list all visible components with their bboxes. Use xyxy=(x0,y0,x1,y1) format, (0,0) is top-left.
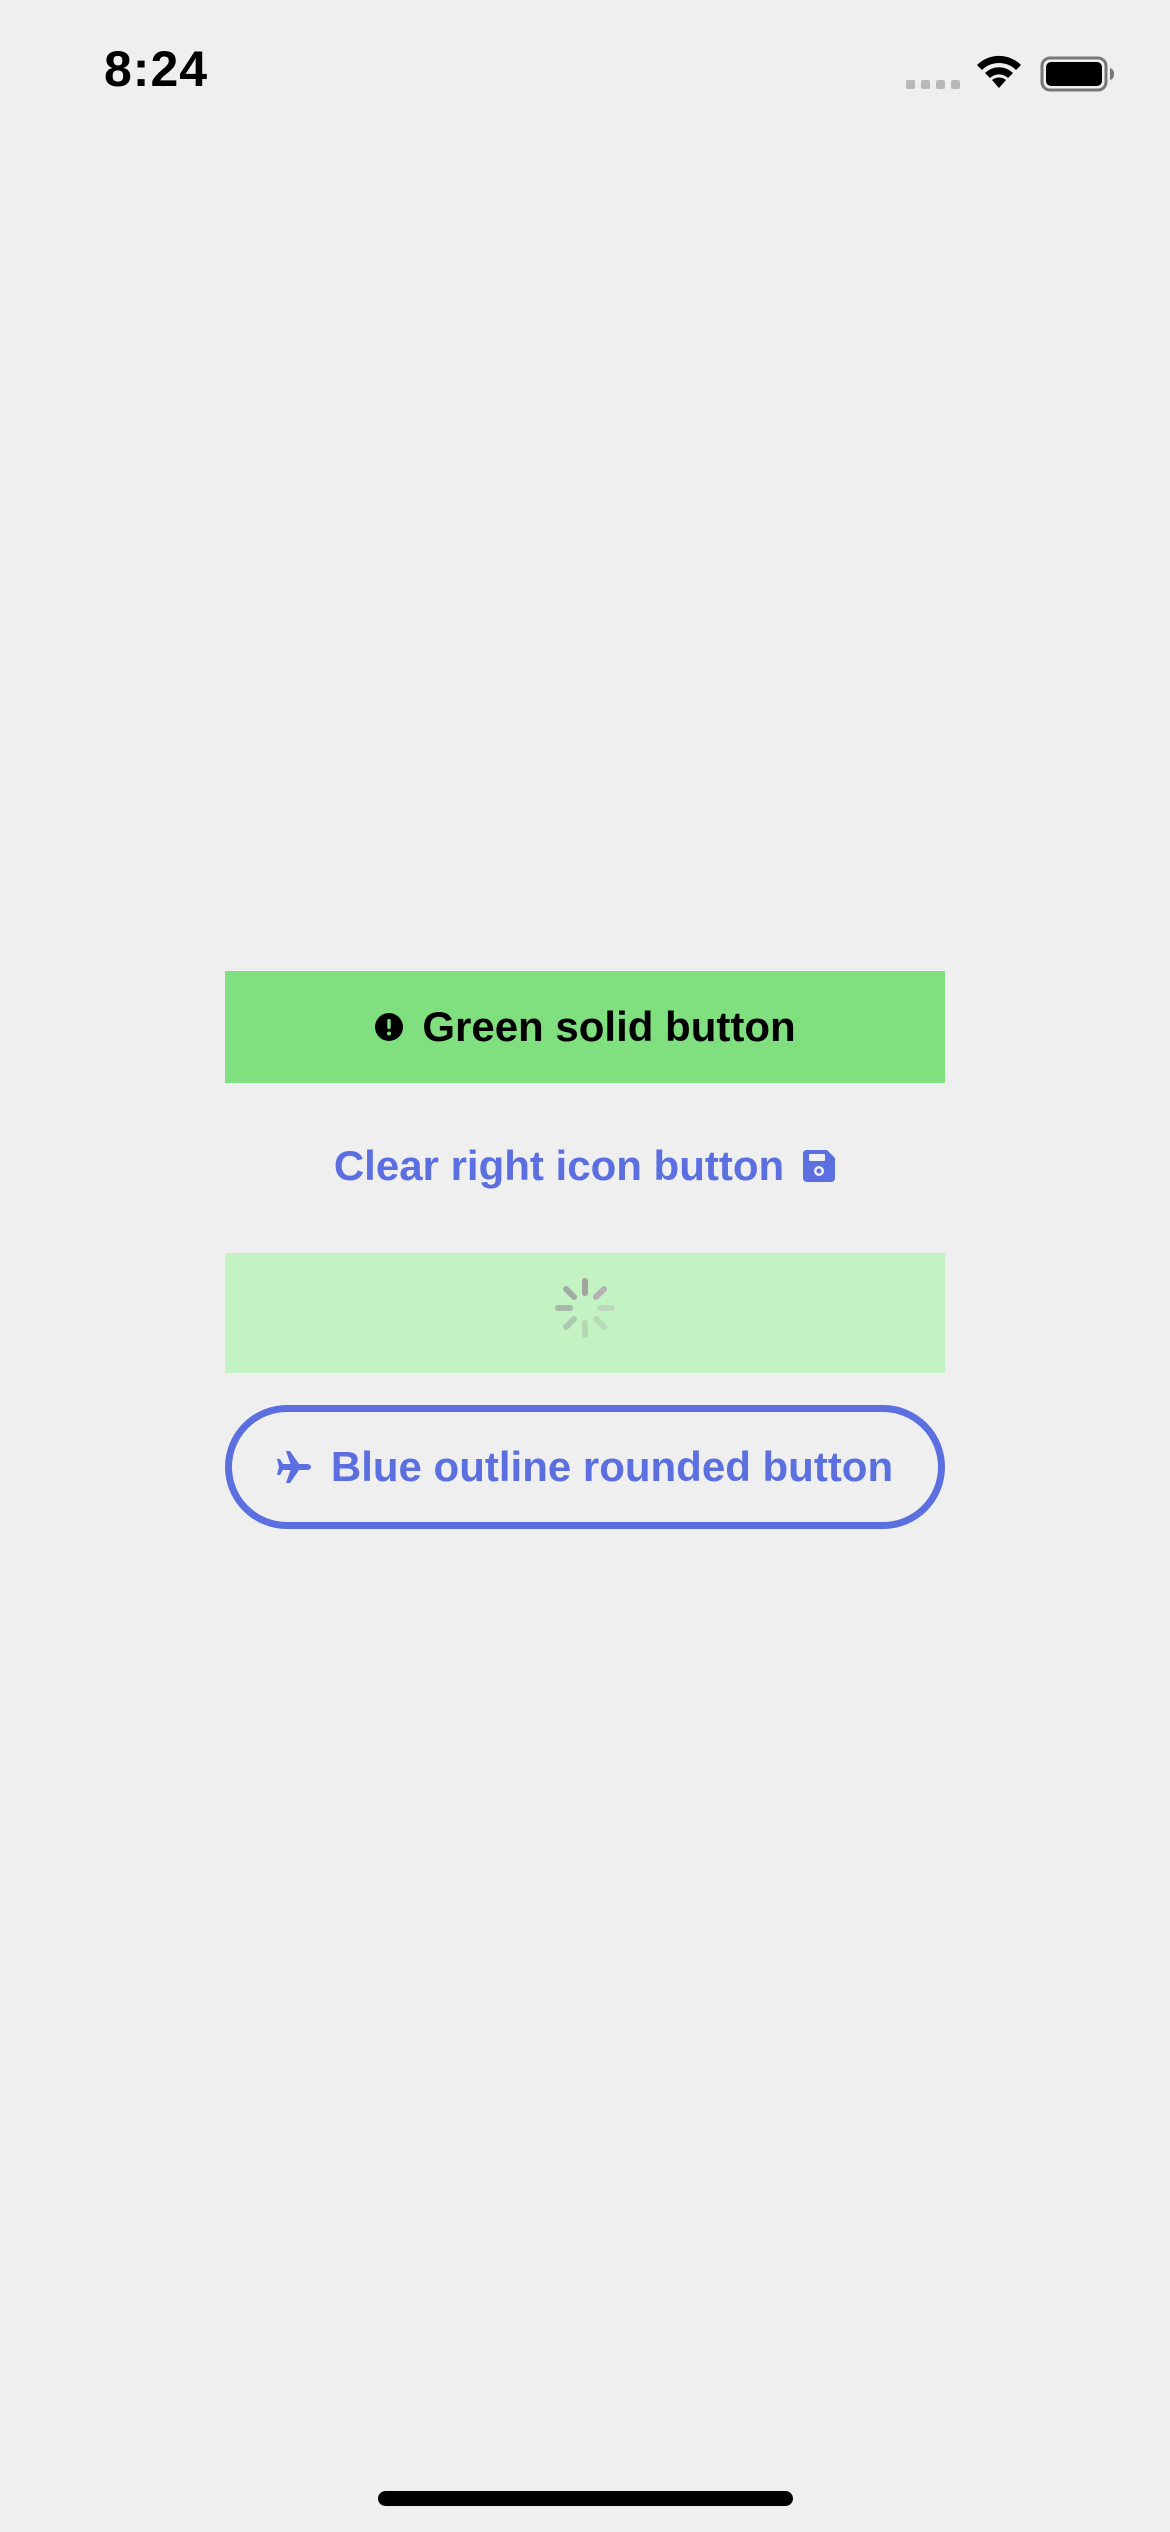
green-solid-button[interactable]: Green solid button xyxy=(225,971,945,1083)
green-solid-button-label: Green solid button xyxy=(422,1003,796,1050)
save-icon xyxy=(802,1149,836,1183)
battery-icon xyxy=(1040,56,1114,92)
clear-right-icon-button[interactable]: Clear right icon button xyxy=(225,1110,945,1222)
clear-right-icon-button-label: Clear right icon button xyxy=(333,1142,785,1189)
home-indicator[interactable] xyxy=(378,2491,793,2506)
airplane-icon xyxy=(276,1450,313,1484)
status-time: 8:24 xyxy=(104,41,209,97)
blue-outline-rounded-button[interactable]: Blue outline rounded button xyxy=(225,1405,945,1529)
status-bar: 8:24 xyxy=(0,0,1170,150)
wifi-icon xyxy=(977,55,1021,88)
loading-button[interactable] xyxy=(225,1253,945,1373)
spinner-icon xyxy=(554,1277,616,1349)
exclamation-circle-icon xyxy=(374,1012,404,1042)
blue-outline-rounded-button-label: Blue outline rounded button xyxy=(330,1443,894,1490)
cellular-signal-icon xyxy=(906,80,960,89)
